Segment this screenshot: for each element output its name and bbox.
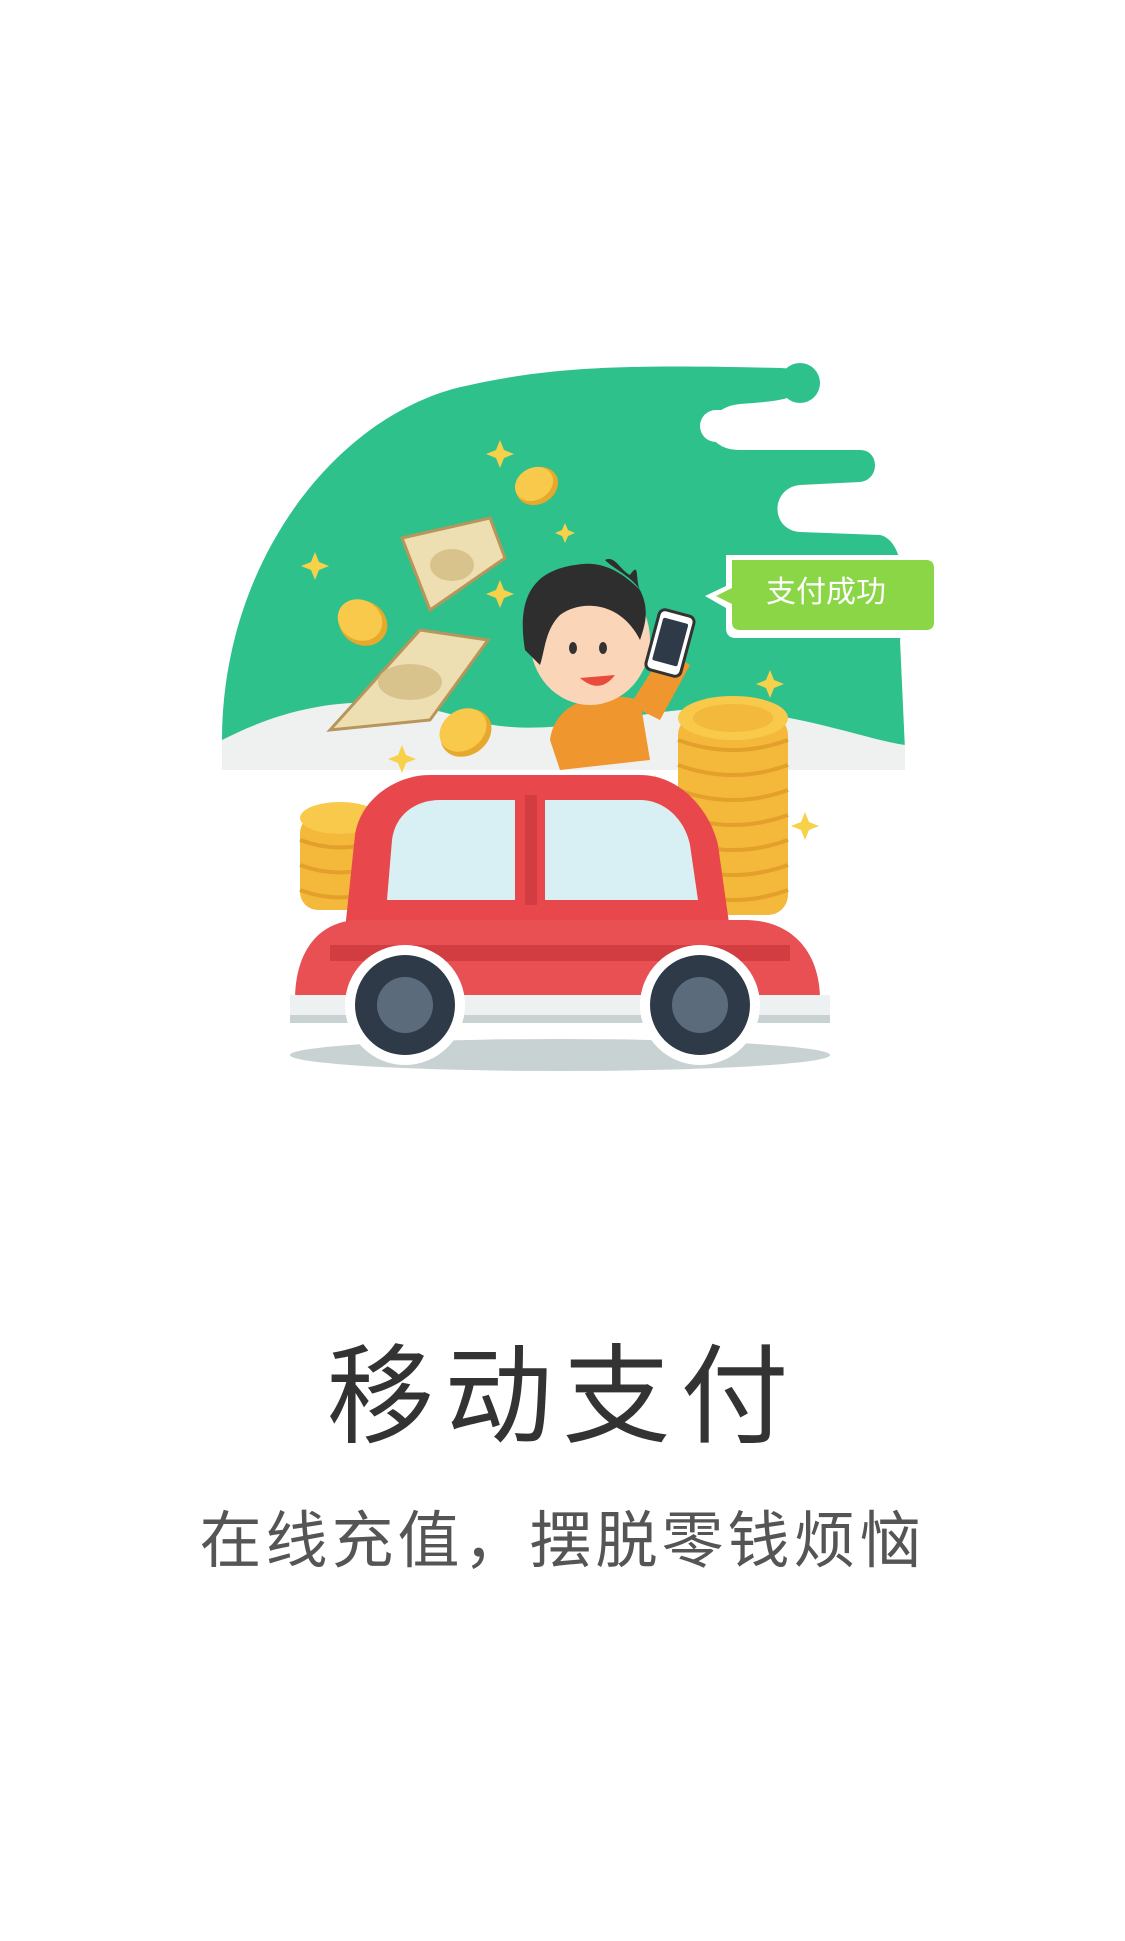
onboarding-screen: 支付成功 移动支付 在线充值，摆脱零钱烦恼 (0, 0, 1125, 1941)
payment-success-label: 支付成功 (766, 575, 886, 610)
page-title: 移动支付 (326, 1335, 799, 1460)
illustration-svg (221, 363, 940, 1071)
mobile-payment-illustration: 支付成功 (0, 0, 1125, 1120)
page-subtitle: 在线充值，摆脱零钱烦恼 (199, 1504, 926, 1577)
